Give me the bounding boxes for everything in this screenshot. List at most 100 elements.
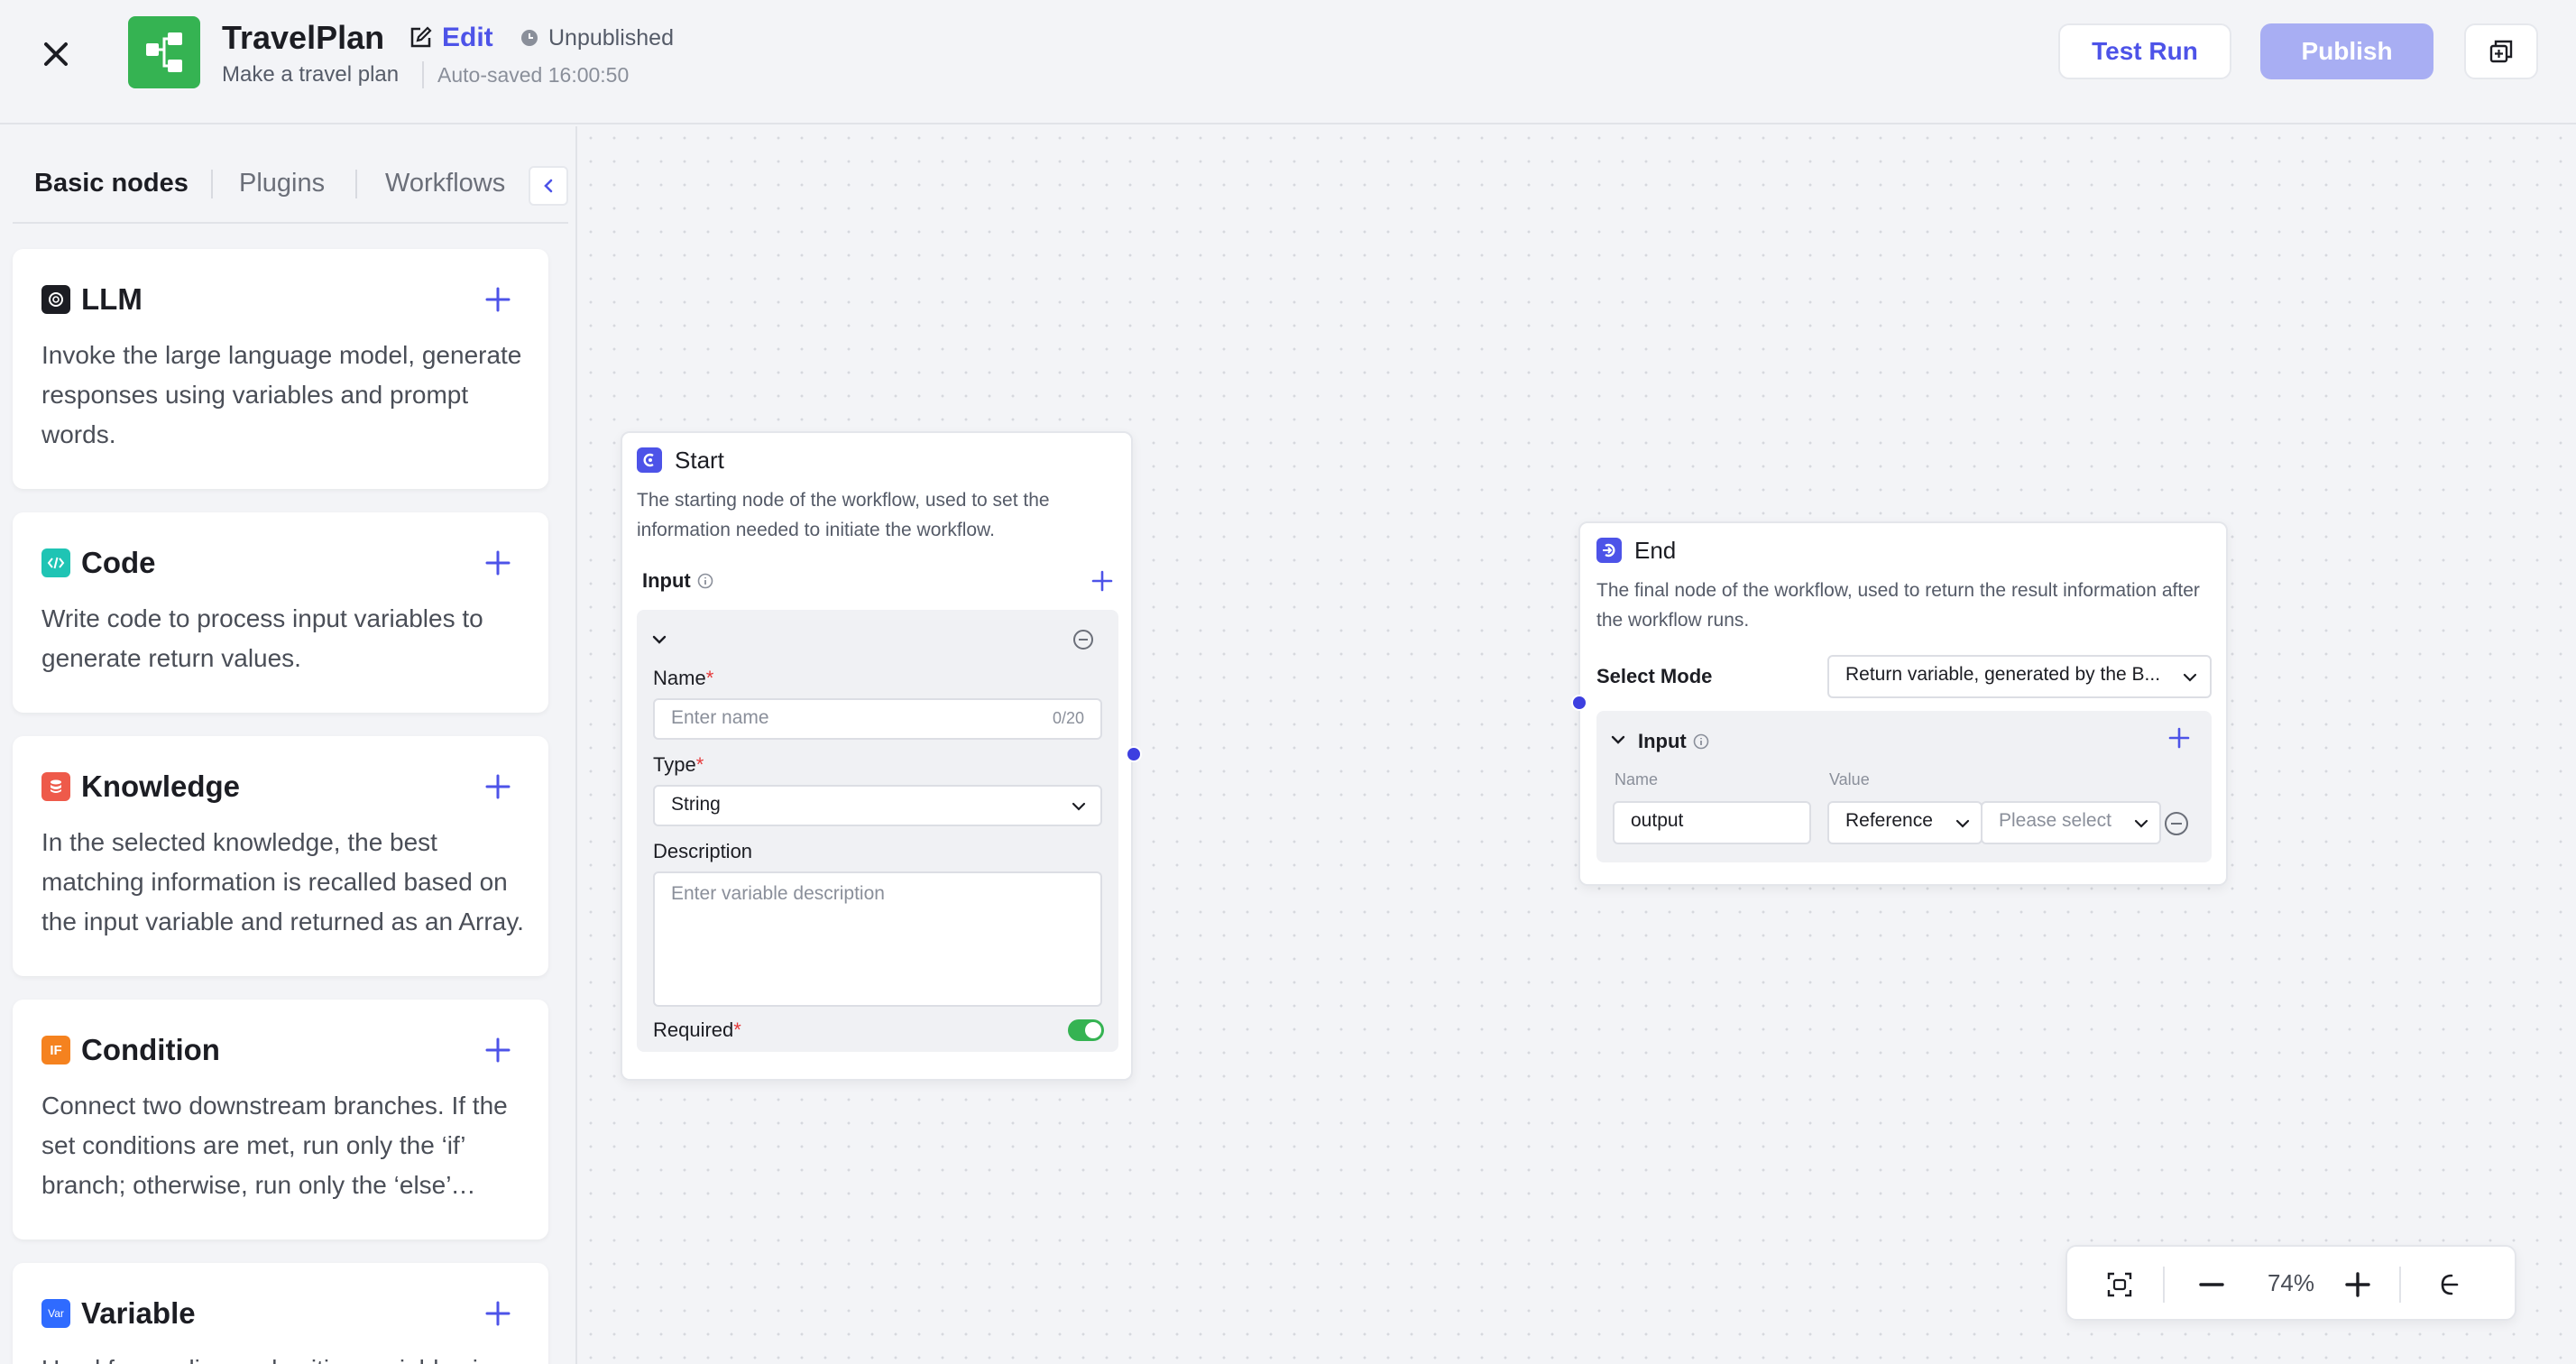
node-card-title: LLM (81, 282, 143, 316)
node-card-description: Invoke the large language model, generat… (41, 341, 522, 448)
fit-view-button[interactable] (2098, 1263, 2141, 1306)
toolbar-divider (2163, 1267, 2165, 1303)
close-icon (44, 42, 68, 66)
input-section-label: Input (642, 569, 691, 592)
end-input-port[interactable] (1571, 695, 1587, 711)
duplicate-button[interactable] (2464, 23, 2538, 79)
clock-icon (521, 30, 538, 46)
tab-basic-nodes[interactable]: Basic nodes (34, 161, 189, 206)
start-output-port[interactable] (1126, 746, 1142, 762)
plus-icon (2345, 1272, 2370, 1297)
plus-icon (485, 287, 511, 312)
minus-icon (2199, 1283, 2224, 1286)
edit-button[interactable]: Edit (408, 22, 493, 54)
value-type-value: Reference (1845, 810, 1933, 831)
add-input-plus-icon[interactable] (1090, 568, 1115, 594)
duplicate-icon (2489, 40, 2513, 63)
llm-icon (41, 285, 70, 314)
plus-icon (485, 550, 511, 576)
close-button[interactable] (36, 34, 76, 74)
name-input[interactable]: Enter name 0/20 (653, 698, 1102, 740)
remove-variable-icon[interactable] (1072, 628, 1095, 651)
description-field-label: Description (653, 840, 753, 862)
chevron-left-icon (544, 179, 553, 193)
output-name-input[interactable]: output (1613, 801, 1811, 844)
add-node-button[interactable] (480, 545, 516, 581)
start-icon (637, 447, 662, 473)
chevron-down-icon[interactable] (1609, 731, 1627, 749)
end-node-title: End (1634, 537, 1677, 564)
type-select[interactable]: String (653, 785, 1102, 826)
node-card-condition[interactable]: IF Condition Connect two downstream bran… (13, 1000, 548, 1240)
auto-layout-button[interactable] (2426, 1263, 2470, 1306)
start-node-description: The starting node of the workflow, used … (637, 490, 1050, 540)
value-type-select[interactable]: Reference (1827, 801, 1983, 844)
end-icon (1596, 538, 1622, 563)
tab-divider (211, 170, 213, 198)
add-node-button[interactable] (480, 281, 516, 318)
tab-divider (355, 170, 357, 198)
variable-icon: Var (41, 1299, 70, 1328)
zoom-out-button[interactable] (2190, 1263, 2233, 1306)
workflow-logo-icon (146, 32, 182, 72)
add-node-button[interactable] (480, 1295, 516, 1332)
chevron-down-icon (2183, 673, 2197, 682)
tab-workflows[interactable]: Workflows (385, 161, 505, 206)
edit-label: Edit (442, 23, 493, 52)
name-input-placeholder: Enter name (671, 707, 769, 728)
zoom-level-display: 74% (2267, 1269, 2315, 1296)
value-reference-select[interactable]: Please select (1981, 801, 2161, 844)
column-value-header: Value (1829, 770, 1870, 788)
node-card-llm[interactable]: LLM Invoke the large language model, gen… (13, 249, 548, 489)
condition-icon: IF (41, 1036, 70, 1064)
node-card-variable[interactable]: Var Variable Used for reading and writin… (13, 1263, 548, 1364)
zoom-in-button[interactable] (2336, 1263, 2379, 1306)
header-divider (422, 61, 424, 88)
node-card-title: Condition (81, 1033, 220, 1066)
plus-icon (485, 1037, 511, 1063)
chevron-down-icon (1072, 802, 1086, 811)
end-node-description: The final node of the workflow, used to … (1596, 580, 2200, 631)
code-icon (41, 548, 70, 577)
collapse-sidebar-button[interactable] (529, 166, 568, 206)
select-mode-dropdown[interactable]: Return variable, generated by the B... (1827, 655, 2212, 698)
app-title: TravelPlan (222, 19, 385, 56)
required-label: Required* (653, 1018, 741, 1041)
add-node-button[interactable] (480, 769, 516, 805)
end-node[interactable]: End The final node of the workflow, used… (1578, 521, 2228, 886)
tab-plugins[interactable]: Plugins (239, 161, 325, 206)
node-card-description: Used for reading and writing variables i… (41, 1350, 529, 1364)
knowledge-icon (41, 772, 70, 801)
status-label: Unpublished (548, 25, 674, 51)
start-node-title: Start (675, 447, 724, 474)
remove-output-icon[interactable] (2163, 810, 2190, 837)
end-input-panel: Input Name Value output Reference Please… (1596, 711, 2212, 862)
publish-button[interactable]: Publish (2260, 23, 2433, 79)
publish-status: Unpublished (520, 23, 674, 52)
column-name-header: Name (1615, 770, 1659, 788)
node-card-code[interactable]: Code Write code to process input variabl… (13, 512, 548, 713)
required-toggle[interactable] (1068, 1019, 1104, 1041)
chevron-down-icon (1955, 819, 1970, 828)
start-node[interactable]: Start The starting node of the workflow,… (621, 431, 1133, 1081)
plus-icon (485, 774, 511, 799)
node-tabs: Basic nodes Plugins Workflows (13, 161, 568, 224)
top-bar: TravelPlan Edit Unpublished Make a trave… (0, 0, 2576, 124)
end-input-label: Input (1638, 730, 1687, 752)
app-logo (128, 16, 200, 88)
test-run-button[interactable]: Test Run (2058, 23, 2231, 79)
select-mode-label: Select Mode (1596, 665, 1713, 687)
node-card-description: Connect two downstream branches. If the … (41, 1092, 508, 1199)
type-select-value: String (671, 794, 721, 815)
node-card-title: Code (81, 546, 156, 579)
chevron-down-icon[interactable] (649, 630, 669, 650)
name-field-label: Name* (653, 667, 714, 689)
info-icon (697, 573, 713, 589)
node-card-description: Write code to process input variables to… (41, 604, 483, 672)
node-card-knowledge[interactable]: Knowledge In the selected knowledge, the… (13, 736, 548, 976)
node-card-title: Variable (81, 1296, 196, 1330)
add-node-button[interactable] (480, 1032, 516, 1068)
add-output-plus-icon[interactable] (2167, 725, 2192, 751)
description-textarea[interactable]: Enter variable description (653, 871, 1102, 1007)
value-reference-placeholder: Please select (1999, 810, 2111, 831)
